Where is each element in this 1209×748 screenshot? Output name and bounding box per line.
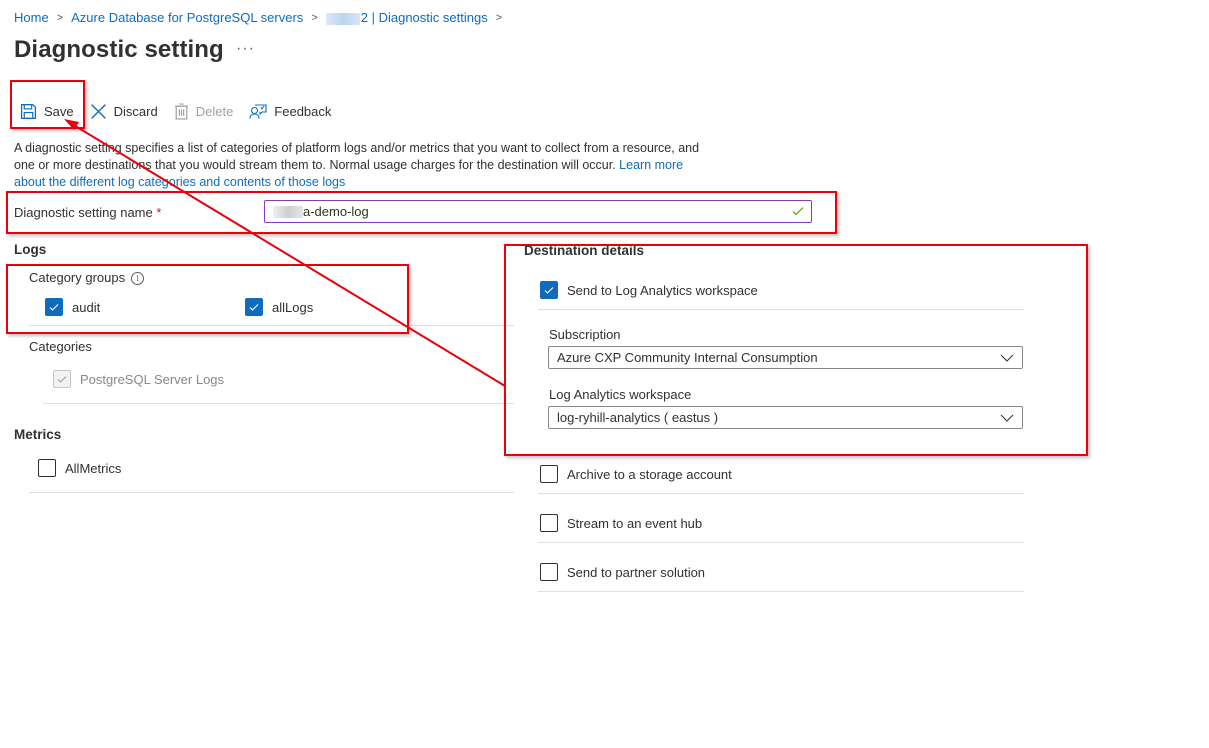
required-marker: * (156, 205, 162, 220)
breadcrumb: Home > Azure Database for PostgreSQL ser… (14, 10, 510, 25)
redacted-text (273, 205, 303, 218)
workspace-label: Log Analytics workspace (549, 387, 692, 402)
name-input-value: a-demo-log (303, 204, 369, 219)
checkbox-audit[interactable]: audit (45, 298, 100, 316)
checkbox-alllogs-label: allLogs (272, 299, 314, 315)
checkbox-unchecked[interactable] (540, 563, 558, 581)
category-groups-label: Category groups i (29, 270, 145, 286)
divider (43, 403, 514, 404)
discard-button[interactable]: Discard (90, 103, 158, 120)
chevron-down-icon (1000, 354, 1014, 362)
checkbox-unchecked[interactable] (540, 514, 558, 532)
checkbox-checked[interactable] (540, 281, 558, 299)
checkbox-allmetrics[interactable]: AllMetrics (38, 459, 121, 477)
breadcrumb-postgresql-servers[interactable]: Azure Database for PostgreSQL servers (71, 10, 303, 25)
destination-heading: Destination details (524, 243, 645, 258)
chevron-right-icon: > (311, 11, 318, 24)
breadcrumb-diagnostic-settings[interactable]: 2 | Diagnostic settings (325, 10, 488, 25)
divider (29, 492, 514, 493)
checkmark-icon (49, 304, 59, 311)
close-icon (90, 103, 106, 119)
checkbox-allmetrics-label: AllMetrics (65, 460, 122, 476)
save-icon (20, 103, 37, 119)
divider (538, 309, 1024, 310)
breadcrumb-home[interactable]: Home (14, 10, 49, 25)
breadcrumb-diagnostic-settings-label: 2 | Diagnostic settings (360, 10, 488, 25)
checkbox-checked[interactable] (245, 298, 263, 316)
workspace-value: log-ryhill-analytics ( eastus ) (557, 410, 719, 425)
delete-label: Delete (195, 103, 234, 119)
subscription-value: Azure CXP Community Internal Consumption (557, 350, 818, 365)
checkmark-icon (57, 376, 67, 383)
checkbox-event-hub[interactable]: Stream to an event hub (540, 514, 702, 532)
divider (538, 493, 1024, 494)
feedback-icon (249, 103, 267, 119)
description-text: A diagnostic setting specifies a list of… (14, 141, 700, 172)
feedback-button[interactable]: Feedback (249, 103, 331, 120)
checkbox-disabled-checked (53, 370, 71, 388)
checkbox-partner-label: Send to partner solution (567, 564, 706, 580)
subscription-label: Subscription (549, 327, 621, 342)
chevron-right-icon: > (56, 11, 64, 24)
categories-label: Categories (29, 339, 92, 354)
discard-label: Discard (113, 103, 158, 119)
info-icon[interactable]: i (131, 272, 145, 286)
page-title: Diagnostic setting (14, 36, 224, 63)
description: A diagnostic setting specifies a list of… (14, 140, 714, 191)
divider (538, 542, 1024, 543)
logs-heading: Logs (14, 242, 47, 257)
feedback-label: Feedback (274, 103, 332, 119)
more-options-button[interactable]: ··· (236, 40, 255, 58)
command-bar: Save Discard Delete Feedback (20, 100, 347, 122)
chevron-down-icon (1000, 414, 1014, 422)
checkbox-partner-solution[interactable]: Send to partner solution (540, 563, 705, 581)
divider (29, 325, 514, 326)
checkbox-unchecked[interactable] (540, 465, 558, 483)
checkbox-postgresql-label: PostgreSQL Server Logs (80, 371, 225, 387)
checkbox-archive-label: Archive to a storage account (567, 466, 732, 482)
name-field-label-text: Diagnostic setting name (14, 205, 153, 220)
divider (538, 591, 1024, 592)
chevron-right-icon: > (495, 11, 503, 24)
redacted-text (325, 12, 360, 25)
checkbox-log-analytics-label: Send to Log Analytics workspace (567, 282, 758, 298)
checkbox-audit-label: audit (72, 299, 101, 315)
trash-icon (174, 102, 188, 120)
diagnostic-setting-name-input[interactable]: a-demo-log (264, 200, 812, 223)
checkmark-icon (249, 304, 259, 311)
checkbox-archive-storage[interactable]: Archive to a storage account (540, 465, 732, 483)
checkmark-icon (544, 287, 554, 294)
subscription-dropdown[interactable]: Azure CXP Community Internal Consumption (548, 346, 1023, 369)
checkbox-unchecked[interactable] (38, 459, 56, 477)
workspace-dropdown[interactable]: log-ryhill-analytics ( eastus ) (548, 406, 1023, 429)
metrics-heading: Metrics (14, 427, 62, 442)
valid-check-icon (792, 207, 804, 216)
checkbox-log-analytics[interactable]: Send to Log Analytics workspace (540, 281, 758, 299)
delete-button[interactable]: Delete (174, 102, 234, 120)
save-button[interactable]: Save (20, 103, 74, 120)
name-field-label: Diagnostic setting name * (14, 205, 161, 220)
checkbox-checked[interactable] (45, 298, 63, 316)
checkbox-event-hub-label: Stream to an event hub (567, 515, 703, 531)
category-groups-label-text: Category groups (29, 270, 126, 285)
checkbox-alllogs[interactable]: allLogs (245, 298, 313, 316)
save-label: Save (44, 103, 74, 119)
checkbox-postgresql-server-logs: PostgreSQL Server Logs (53, 370, 224, 388)
